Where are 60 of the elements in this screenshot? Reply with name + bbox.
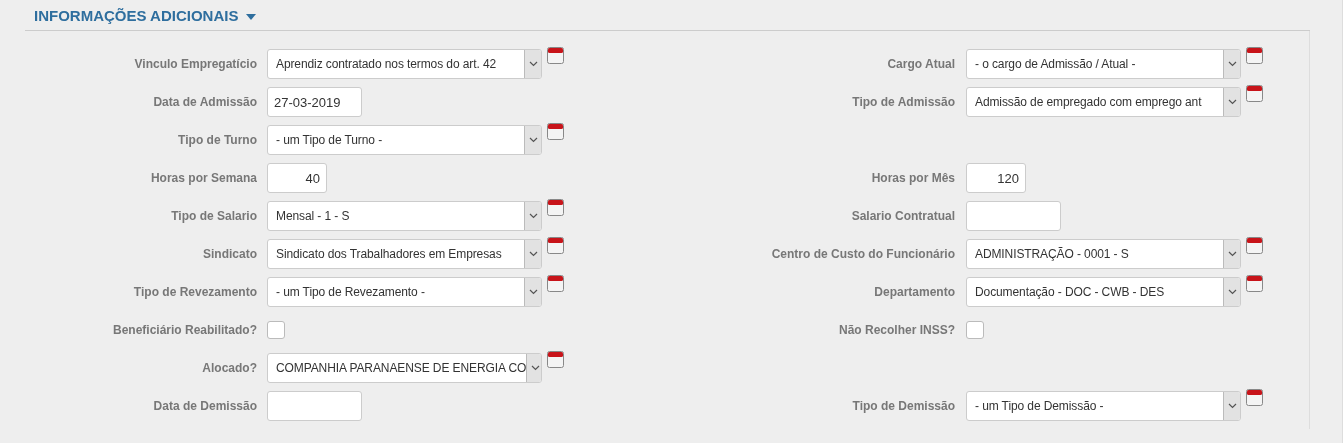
chevron-down-icon (1227, 403, 1237, 409)
field-label: Data de Admissão (152, 95, 257, 109)
input-field[interactable]: 40 (267, 163, 327, 193)
field-label: Centro de Custo do Funcionário (770, 247, 955, 261)
calendar-icon[interactable] (1246, 47, 1263, 64)
field-label: Alocado? (201, 361, 257, 375)
section-title[interactable]: INFORMAÇÕES ADICIONAIS (34, 6, 239, 24)
chevron-down-icon (528, 61, 538, 67)
calendar-icon[interactable] (547, 199, 564, 216)
chevron-down-icon (530, 365, 540, 371)
field-label: Salario Contratual (850, 209, 955, 223)
calendar-icon[interactable] (1246, 85, 1263, 102)
input-field[interactable] (966, 201, 1061, 231)
chevron-down-icon (528, 289, 538, 295)
field-label: Sindicato (202, 247, 257, 261)
input-field[interactable] (267, 391, 362, 421)
field-label: Vinculo Empregatício (133, 57, 257, 71)
field-label: Data de Demissão (152, 399, 257, 413)
field-label: Horas por Semana (149, 171, 257, 185)
chevron-down-icon (528, 137, 538, 143)
select-field[interactable]: Mensal - 1 - S (267, 201, 542, 231)
field-label: Tipo de Demissão (851, 399, 955, 413)
checkbox[interactable] (267, 321, 285, 339)
calendar-icon[interactable] (547, 123, 564, 140)
select-field[interactable]: Sindicato dos Trabalhadores em Empresas (267, 239, 542, 269)
field-label: Horas por Mês (870, 171, 955, 185)
chevron-down-icon (1227, 251, 1237, 257)
input-field[interactable]: 27-03-2019 (267, 87, 362, 117)
field-label: Tipo de Revezamento (132, 285, 257, 299)
field-label: Tipo de Salario (170, 209, 257, 223)
checkbox[interactable] (966, 321, 984, 339)
chevron-down-icon (528, 213, 538, 219)
select-field[interactable]: - um Tipo de Demissão - (966, 391, 1241, 421)
field-label: Cargo Atual (886, 57, 955, 71)
field-label: Departamento (873, 285, 955, 299)
calendar-icon[interactable] (547, 275, 564, 292)
calendar-icon[interactable] (1246, 389, 1263, 406)
calendar-icon[interactable] (1246, 237, 1263, 254)
chevron-down-icon (1227, 99, 1237, 105)
calendar-icon[interactable] (547, 237, 564, 254)
chevron-down-icon (1227, 289, 1237, 295)
input-field[interactable]: 120 (966, 163, 1026, 193)
chevron-down-icon (1227, 61, 1237, 67)
field-label: Não Recolher INSS? (837, 323, 955, 337)
field-label: Beneficiário Reabilitado? (111, 323, 257, 337)
select-field[interactable]: COMPANHIA PARANAENSE DE ENERGIA CO (267, 353, 542, 383)
calendar-icon[interactable] (1246, 275, 1263, 292)
select-field[interactable]: ADMINISTRAÇÃO - 0001 - S (966, 239, 1241, 269)
field-label: Tipo de Turno (177, 133, 257, 147)
select-field[interactable]: Documentação - DOC - CWB - DES (966, 277, 1241, 307)
chevron-down-icon (528, 251, 538, 257)
select-field[interactable]: Aprendiz contratado nos termos do art. 42 (267, 49, 542, 79)
select-field[interactable]: - um Tipo de Turno - (267, 125, 542, 155)
select-field[interactable]: Admissão de empregado com emprego ant (966, 87, 1241, 117)
caret-icon[interactable] (246, 13, 257, 20)
calendar-icon[interactable] (547, 351, 564, 368)
field-label: Tipo de Admissão (851, 95, 955, 109)
select-field[interactable]: - o cargo de Admissão / Atual - (966, 49, 1241, 79)
calendar-icon[interactable] (547, 47, 564, 64)
select-field[interactable]: - um Tipo de Revezamento - (267, 277, 542, 307)
